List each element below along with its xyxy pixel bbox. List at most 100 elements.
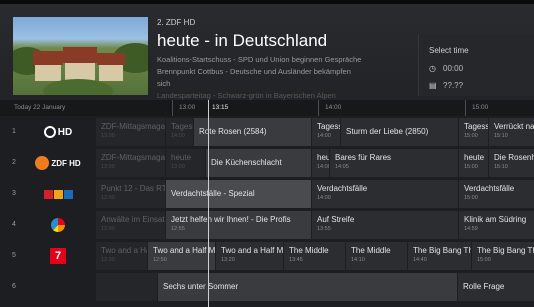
program-time: 14:00: [171, 133, 185, 139]
program-time: 12:50: [153, 257, 167, 263]
program-cell[interactable]: [96, 273, 158, 301]
time-tick: [172, 100, 173, 116]
channel-number: 6: [12, 283, 16, 290]
program-cell[interactable]: heute 13:00: [166, 149, 206, 177]
program-cell[interactable]: The Middle 14:10: [346, 242, 408, 270]
program-cell[interactable]: heute 14:00: [312, 149, 330, 177]
program-cell[interactable]: The Big Bang Theory 14:40: [408, 242, 472, 270]
program-cell[interactable]: ZDF-Mittagsmagazin 13:00: [96, 149, 166, 177]
channel-number: 2: [12, 159, 16, 166]
program-time: 14:40: [413, 257, 427, 263]
program-title: Verdachtsfälle - Spezial: [171, 189, 255, 198]
program-time: 12:00: [101, 195, 115, 201]
program-cell[interactable]: Tagesschau 14:00: [312, 118, 341, 146]
program-time: 15:00: [464, 164, 478, 170]
program-cell[interactable]: ZDF-Mittagsmagazin 13:00: [96, 118, 166, 146]
program-cell[interactable]: Bares für Rares 14:05: [330, 149, 459, 177]
program-title: Anwälte im Einsatz: [101, 215, 166, 224]
program-title: Verdachtsfälle: [464, 184, 515, 193]
program-cell[interactable]: Punkt 12 - Das RTL-Mittagsjournal 12:00: [96, 180, 166, 208]
program-time: 12:55: [171, 226, 185, 232]
channel-row: 1 HD ZDF-Mittagsmagazin 13:00 Tagesschau 1…: [0, 117, 534, 147]
program-title: Sechs unter Sommer: [163, 282, 239, 291]
program-thumbnail: [13, 17, 148, 95]
program-title: Die Rosenheim-Cops: [494, 153, 534, 162]
program-title: ZDF-Mittagsmagazin: [101, 153, 166, 162]
program-time: 14:00: [317, 164, 330, 170]
channel-number: 5: [12, 252, 16, 259]
description-line: Landesparteitag - Schwarz-grün in Bayeri…: [157, 91, 336, 100]
channel-logo: [24, 272, 92, 302]
channel-row: 4 Anwälte im Einsatz 12:00 Jetzt helfen w…: [0, 210, 534, 240]
program-cell[interactable]: Jetzt helfen wir Ihnen! - Die Profis 12:5…: [166, 211, 312, 239]
date-selector[interactable]: ▤??.??: [429, 81, 463, 90]
program-time: 13:00: [101, 164, 115, 170]
program-time: 12:30: [101, 257, 115, 263]
description-line: sich: [157, 79, 171, 88]
program-cell[interactable]: Verdachtsfälle 14:00: [312, 180, 459, 208]
program-cell[interactable]: Verdachtsfälle - Spezial: [166, 180, 312, 208]
program-time: 13:00: [101, 133, 115, 139]
program-cell[interactable]: Die Küchenschlacht: [206, 149, 312, 177]
program-time: 14:00: [317, 133, 331, 139]
program-time: 13:00: [171, 164, 185, 170]
program-title: Tagesschau: [171, 122, 193, 131]
program-title: Verrückt nach Meer: [494, 122, 534, 131]
program-cell[interactable]: Sechs unter Sommer: [158, 273, 458, 301]
program-cell[interactable]: Two and a Half Men 12:30: [96, 242, 148, 270]
select-time-panel[interactable]: Select time ◷ 00:00 ▤??.??: [418, 34, 534, 96]
program-cell[interactable]: Die Rosenheim-Cops 15:10: [489, 149, 534, 177]
program-cell[interactable]: The Middle 13:45: [284, 242, 346, 270]
time-label: 14:00: [325, 104, 342, 111]
program-title: The Middle: [289, 246, 329, 255]
sat1-logo: [24, 210, 92, 240]
time-tick: [465, 100, 466, 116]
timeline-bar: Today 22 January 13:00 13:15 14:00 15:00: [0, 100, 534, 116]
time-tick: [318, 100, 319, 116]
program-title: Auf Streife: [317, 215, 355, 224]
select-time-label: Select time: [429, 46, 469, 55]
program-title: heute: [171, 153, 192, 162]
program-time: 15:10: [494, 164, 508, 170]
program-cell[interactable]: heute 15:00: [459, 149, 489, 177]
program-cell[interactable]: Sturm der Liebe (2850): [341, 118, 459, 146]
program-time: 14:00: [317, 195, 331, 201]
program-time: 15:00: [477, 257, 491, 263]
program-cell[interactable]: The Big Bang Theory 15:00: [472, 242, 534, 270]
program-title: heute - in Deutschland: [157, 31, 328, 50]
time-label: 15:00: [472, 104, 489, 111]
program-cell[interactable]: Anwälte im Einsatz 12:00: [96, 211, 166, 239]
date-value: ??.??: [443, 81, 464, 90]
calendar-icon: ▤: [429, 81, 437, 90]
prosieben-logo: 7: [24, 241, 92, 271]
program-time: 13:55: [317, 226, 331, 232]
program-title: Tagesschau: [317, 122, 340, 131]
time-selector[interactable]: ◷ 00:00: [429, 64, 463, 73]
program-cell[interactable]: Verrückt nach Meer 15:10: [489, 118, 534, 146]
program-title: Rolle Frage: [463, 282, 505, 291]
program-cell[interactable]: Two and a Half Men 12:50: [148, 242, 216, 270]
program-title: ZDF-Mittagsmagazin: [101, 122, 166, 131]
program-time: 13:20: [221, 257, 235, 263]
program-time: 15:00: [464, 133, 478, 139]
time-label: 13:00: [179, 104, 196, 111]
program-time: 14:59: [464, 226, 478, 232]
timeline-date: Today 22 January: [14, 104, 66, 111]
program-cell[interactable]: Verdachtsfälle 15:00: [459, 180, 534, 208]
program-cell[interactable]: Tagesschau 14:00: [166, 118, 194, 146]
program-title: Verdachtsfälle: [317, 184, 368, 193]
program-cell[interactable]: Auf Streife 13:55: [312, 211, 459, 239]
program-time: 12:00: [101, 226, 115, 232]
program-title: Two and a Half Men: [153, 246, 216, 255]
program-title: Two and a Half Men: [101, 246, 147, 255]
program-cell[interactable]: Rolle Frage: [458, 273, 534, 301]
description-line: Brennpunkt Cottbus - Deutsche und Auslän…: [157, 67, 351, 76]
program-time: 14:05: [335, 164, 349, 170]
description-line: Koalitions-Startschuss - SPD und Union b…: [157, 55, 362, 64]
program-cell[interactable]: Tagesschau 15:00: [459, 118, 489, 146]
program-cell[interactable]: Two and a Half Men 13:20: [216, 242, 284, 270]
program-cell[interactable]: Rote Rosen (2584): [194, 118, 312, 146]
program-title: Klinik am Südring: [464, 215, 527, 224]
program-title: heute: [317, 153, 330, 162]
program-cell[interactable]: Klinik am Südring 14:59: [459, 211, 534, 239]
